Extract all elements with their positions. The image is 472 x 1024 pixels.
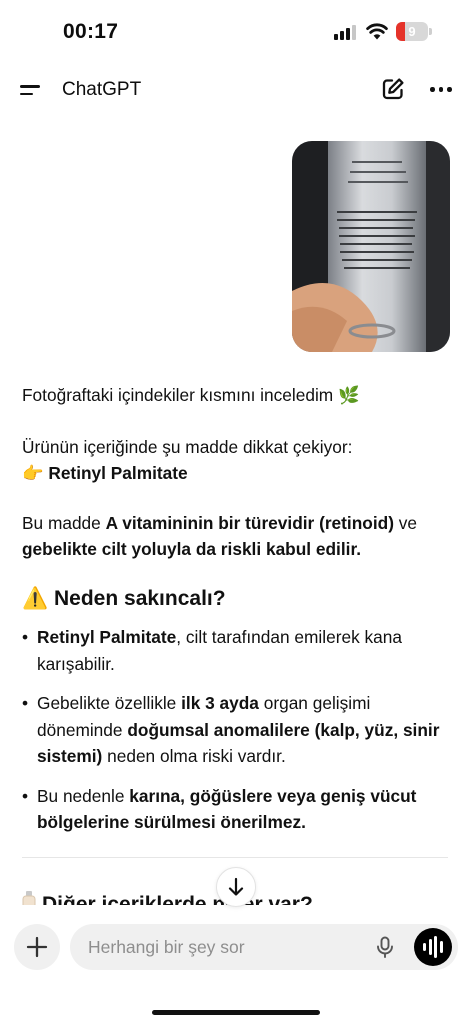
- cellular-signal-icon: [334, 24, 358, 40]
- bullet-text: Gebelikte özellikle: [37, 693, 182, 713]
- bullet-text: Bu nedenle: [37, 785, 130, 806]
- attach-button[interactable]: [14, 924, 60, 970]
- list-item: Gebelikte özellikle ilk 3 ayda organ gel…: [22, 690, 452, 770]
- assistant-notice-text: Ürünün içeriğinde şu madde dikkat çekiyo…: [22, 437, 353, 457]
- highlight-line: 👉 Retinyl Palmitate: [22, 460, 188, 487]
- scroll-down-button[interactable]: [216, 867, 256, 907]
- body-text-pre: Bu madde: [22, 513, 106, 533]
- battery-level: 9: [408, 24, 416, 39]
- body-bold-1: A vitamininin bir türevidir (retinoid): [105, 513, 394, 533]
- section-divider: [22, 857, 448, 858]
- list-item: Retinyl Palmitate, cilt tarafından emile…: [22, 624, 452, 677]
- edit-icon[interactable]: [380, 76, 406, 102]
- user-attached-photo[interactable]: [292, 141, 450, 352]
- status-bar: 00:17 9: [0, 0, 472, 62]
- ellipsis-icon[interactable]: [427, 76, 455, 102]
- pointing-hand-icon: 👉: [22, 463, 44, 483]
- arrow-down-icon: [228, 877, 244, 896]
- status-time: 00:17: [63, 20, 119, 43]
- plus-icon: [26, 936, 48, 958]
- body-line-1: Bu madde A vitamininin bir türevidir (re…: [22, 510, 417, 537]
- list-item: Bu nedenle karına, göğüslere veya geniş …: [22, 783, 452, 836]
- hamburger-menu-icon[interactable]: [18, 78, 42, 102]
- bullet-text: neden olma riski vardır.: [102, 746, 286, 766]
- wifi-icon: [366, 23, 388, 40]
- bullet-bold: ilk 3 ayda: [181, 693, 259, 713]
- photo-icon: [292, 141, 450, 352]
- warning-heading: ⚠️ Neden sakıncalı?: [22, 584, 226, 614]
- prompt-input-container: [70, 924, 458, 970]
- warning-bullet-list: Retinyl Palmitate, cilt tarafından emile…: [22, 624, 452, 849]
- app-title: ChatGPT: [62, 79, 142, 100]
- prompt-input[interactable]: [88, 924, 358, 970]
- highlight-ingredient: Retinyl Palmitate: [48, 463, 188, 483]
- home-indicator: [152, 1010, 320, 1015]
- top-nav-bar: ChatGPT: [0, 62, 472, 118]
- warning-icon: ⚠️: [22, 587, 49, 610]
- battery-icon: 9: [396, 22, 432, 41]
- body-text-mid: ve: [393, 513, 418, 533]
- body-line-2: gebelikte cilt yoluyla da riskli kabul e…: [22, 536, 361, 563]
- voice-mode-icon[interactable]: [414, 928, 452, 966]
- microphone-icon[interactable]: [373, 935, 397, 959]
- warning-heading-text: Neden sakıncalı?: [54, 587, 226, 610]
- assistant-intro-text: Fotoğraftaki içindekiler kısmını inceled…: [22, 385, 360, 405]
- body-bold-2: gebelikte cilt yoluyla da riskli kabul e…: [22, 539, 362, 559]
- bullet-bold: Retinyl Palmitate: [37, 627, 177, 647]
